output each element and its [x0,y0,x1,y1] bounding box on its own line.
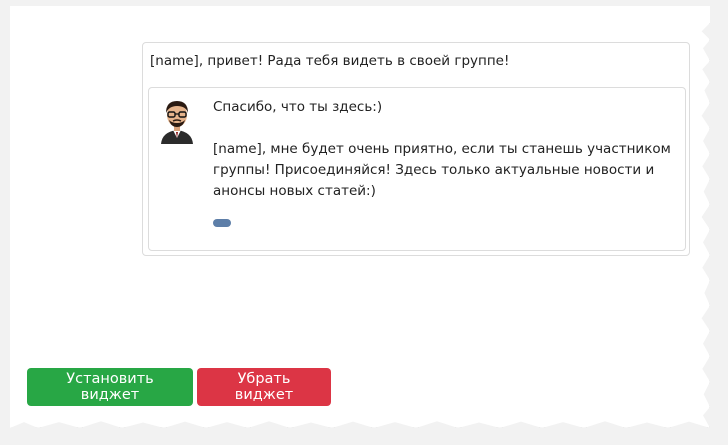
remove-widget-button[interactable]: Убрать виджет [197,368,331,406]
screenshot-sheet: [name], привет! Рада тебя видеть в своей… [10,6,710,428]
widget-greeting: [name], привет! Рада тебя видеть в своей… [150,53,510,69]
widget-message-text: Спасибо, что ты здесь:) [name], мне буде… [213,97,681,202]
subscribe-pill-button[interactable] [213,219,231,227]
message-invite: [name], мне будет очень приятно, если ты… [213,141,671,199]
install-widget-button[interactable]: Установить виджет [27,368,193,406]
avatar-icon [161,101,193,144]
message-thanks: Спасибо, что ты здесь:) [213,99,383,115]
widget-message-card: Спасибо, что ты здесь:) [name], мне буде… [148,87,686,251]
widget-preview-card: [name], привет! Рада тебя видеть в своей… [142,42,690,256]
page: [name], привет! Рада тебя видеть в своей… [0,0,728,445]
